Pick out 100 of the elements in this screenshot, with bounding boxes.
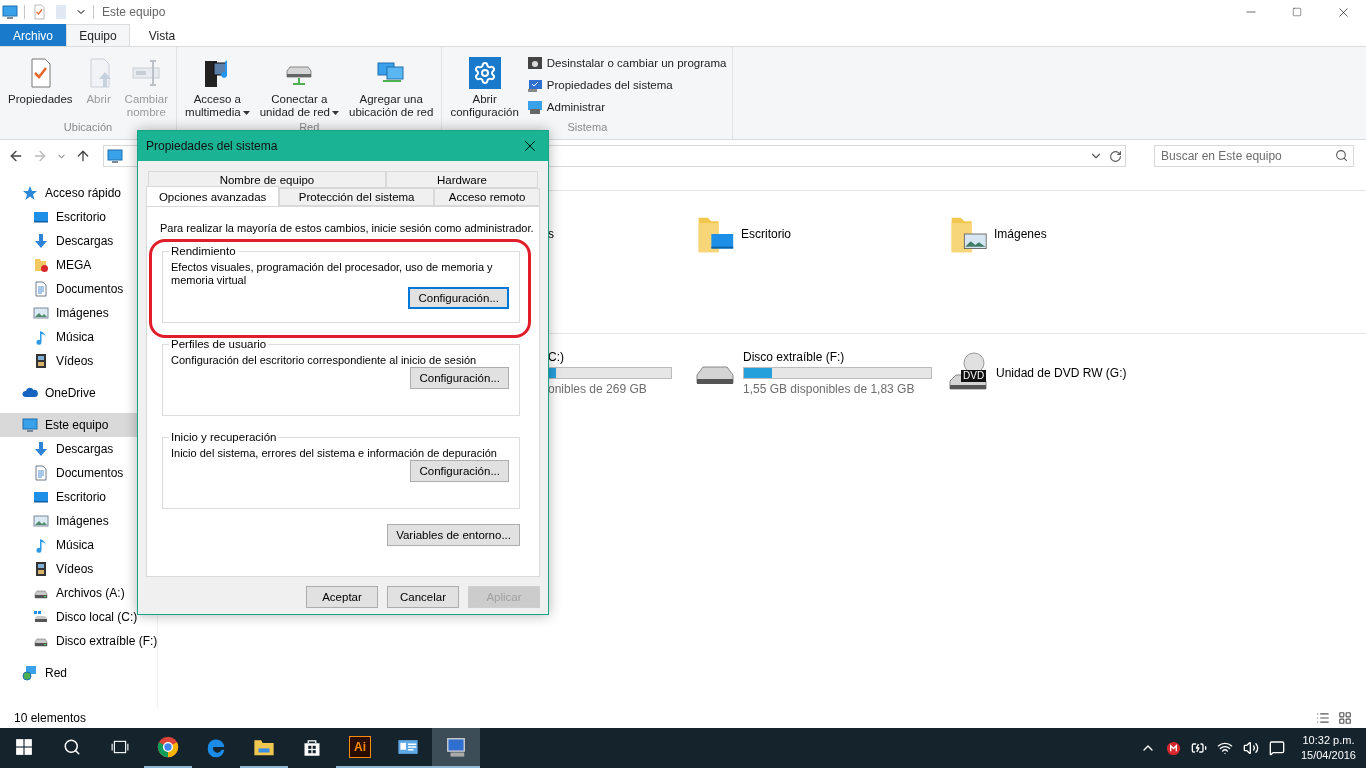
drive-name: Disco extraíble (F:) [743, 350, 846, 364]
group-title: Inicio y recuperación [170, 431, 278, 443]
dialog-tab[interactable]: Protección del sistema [279, 188, 435, 206]
sidebar-item[interactable]: Vídeos [0, 349, 157, 373]
sidebar-item[interactable]: Disco extraíble (F:) [0, 629, 157, 653]
item-count: 10 elementos [14, 711, 87, 725]
monitor-icon [33, 489, 49, 505]
ribbon-tab[interactable]: Equipo [66, 24, 130, 46]
sidebar-item[interactable]: Imágenes [0, 301, 157, 325]
folder-name: Imágenes [994, 227, 1047, 241]
free-space-text: 1,55 GB disponibles de 1,83 GB [743, 382, 916, 396]
film-icon [33, 353, 49, 369]
folder-name: Escritorio [741, 227, 791, 241]
sidebar-item[interactable]: MEGA [0, 253, 157, 277]
notification-icon [1268, 740, 1285, 756]
sidebar-item[interactable]: Red [0, 661, 157, 685]
illustrator-icon: Ai [349, 736, 371, 758]
sidebar-item[interactable]: Descargas [0, 229, 157, 253]
ribbon-button[interactable]: Desinstalar o cambiar un programa [524, 53, 729, 73]
group-description: Efectos visuales, programación del procesador, uso de memoria y memoria virtual [171, 261, 494, 287]
sidebar-item[interactable]: Música [0, 325, 157, 349]
drive-name: Unidad de DVD RW (G:) [996, 366, 1127, 380]
group-title: Rendimiento [170, 245, 237, 257]
maximize-icon [1292, 7, 1302, 17]
rename-icon [130, 57, 163, 89]
settings-button[interactable]: Configuración... [408, 287, 509, 309]
computer-icon [107, 148, 123, 164]
film-icon [33, 561, 49, 577]
drive-name: C:) [548, 350, 565, 364]
sidebar-item[interactable]: Vídeos [0, 557, 157, 581]
group-title: Perfiles de usuario [170, 338, 268, 350]
computer-icon [22, 417, 38, 433]
window-title: Este equipo [102, 5, 166, 19]
group-description: Inicio del sistema, errores del sistema e información de depuración [171, 447, 498, 460]
sidebar-item[interactable]: Documentos [0, 277, 157, 301]
taskbar-button[interactable]: Ai [336, 728, 384, 768]
task-view-icon [111, 738, 129, 756]
monitor-icon [33, 209, 49, 225]
volume-icon [1242, 740, 1259, 756]
document-icon [33, 465, 49, 481]
dialog-tab[interactable]: Acceso remoto [434, 188, 540, 206]
star-icon [22, 185, 38, 201]
chrome-icon [157, 736, 179, 758]
settings-button[interactable]: Configuración... [410, 460, 509, 482]
computer-icon [2, 4, 18, 20]
clock[interactable]: 10:32 p.m. 15/04/2016 [1300, 733, 1356, 763]
refresh-icon[interactable] [1109, 149, 1122, 163]
sidebar-item[interactable]: Documentos [0, 461, 157, 485]
landscape-icon [33, 513, 49, 529]
search-field[interactable]: Buscar en Este equipo [1154, 145, 1354, 167]
dialog-button[interactable]: Aceptar [306, 586, 378, 608]
ribbon-button[interactable]: Agregar una ubicación de red [345, 51, 438, 121]
settings-button[interactable]: Configuración... [410, 367, 509, 389]
group-description: Configuración del escritorio correspondiente al inicio de sesión [171, 354, 478, 367]
network-icon [22, 665, 38, 681]
free-space-text: onibles de 269 GB [548, 382, 648, 396]
ribbon-button[interactable]: Propiedades [4, 51, 77, 121]
dialog-tab[interactable]: Nombre de equipo [148, 171, 386, 188]
large-icons-view-icon[interactable] [1338, 711, 1352, 725]
dvd-label: DVD [961, 370, 987, 382]
document-icon [33, 281, 49, 297]
ribbon-button[interactable]: Conectar a unidad de red [255, 51, 343, 121]
sidebar-item[interactable]: Escritorio [0, 485, 157, 509]
search-icon [1335, 149, 1348, 162]
caret-icon [242, 110, 250, 115]
sidebar-item[interactable]: OneDrive [0, 381, 157, 405]
document-check-icon [31, 4, 47, 20]
battery-icon [1190, 740, 1207, 756]
windows-logo-icon [15, 738, 33, 756]
group-label: Ubicación [63, 121, 113, 133]
settings-icon [468, 57, 501, 89]
sidebar-item[interactable]: Imágenes [0, 509, 157, 533]
sidebar-item[interactable]: Disco local (C:) [0, 605, 157, 629]
down-arrow-icon [33, 233, 49, 249]
drive-icon [33, 609, 49, 625]
edge-icon [205, 736, 227, 758]
ribbon-button[interactable]: Acceso a multimedia [181, 51, 254, 121]
document-icon [53, 4, 69, 20]
details-view-icon[interactable] [1316, 711, 1330, 725]
mega-icon [1165, 740, 1181, 756]
folder-name: s [548, 227, 554, 241]
dialog-tab[interactable]: Hardware [385, 171, 538, 188]
sidebar-item[interactable]: Música [0, 533, 157, 557]
ribbon-button[interactable]: Abrir configuración [446, 51, 523, 121]
ribbon-button[interactable]: Propiedades del sistema [524, 75, 729, 95]
dialog-title: Propiedades del sistema [146, 139, 278, 153]
folder-icon [33, 257, 49, 273]
dialog-button[interactable]: Cancelar [387, 586, 459, 608]
sidebar-item[interactable]: Escritorio [0, 205, 157, 229]
monitor-check-icon [526, 77, 543, 93]
file-menu-button[interactable]: Archivo [0, 24, 66, 46]
sidebar-item[interactable]: Descargas [0, 437, 157, 461]
caret-icon [332, 110, 339, 115]
ribbon-button[interactable]: Administrar [524, 97, 729, 117]
wifi-icon [1216, 740, 1233, 756]
sidebar-item[interactable]: Archivos (A:) [0, 581, 157, 605]
dialog-tab[interactable]: Opciones avanzadas [146, 186, 280, 206]
down-arrow-icon [33, 441, 49, 457]
search-icon [63, 738, 81, 756]
environment-variables-button[interactable]: Variables de entorno... [387, 524, 520, 546]
